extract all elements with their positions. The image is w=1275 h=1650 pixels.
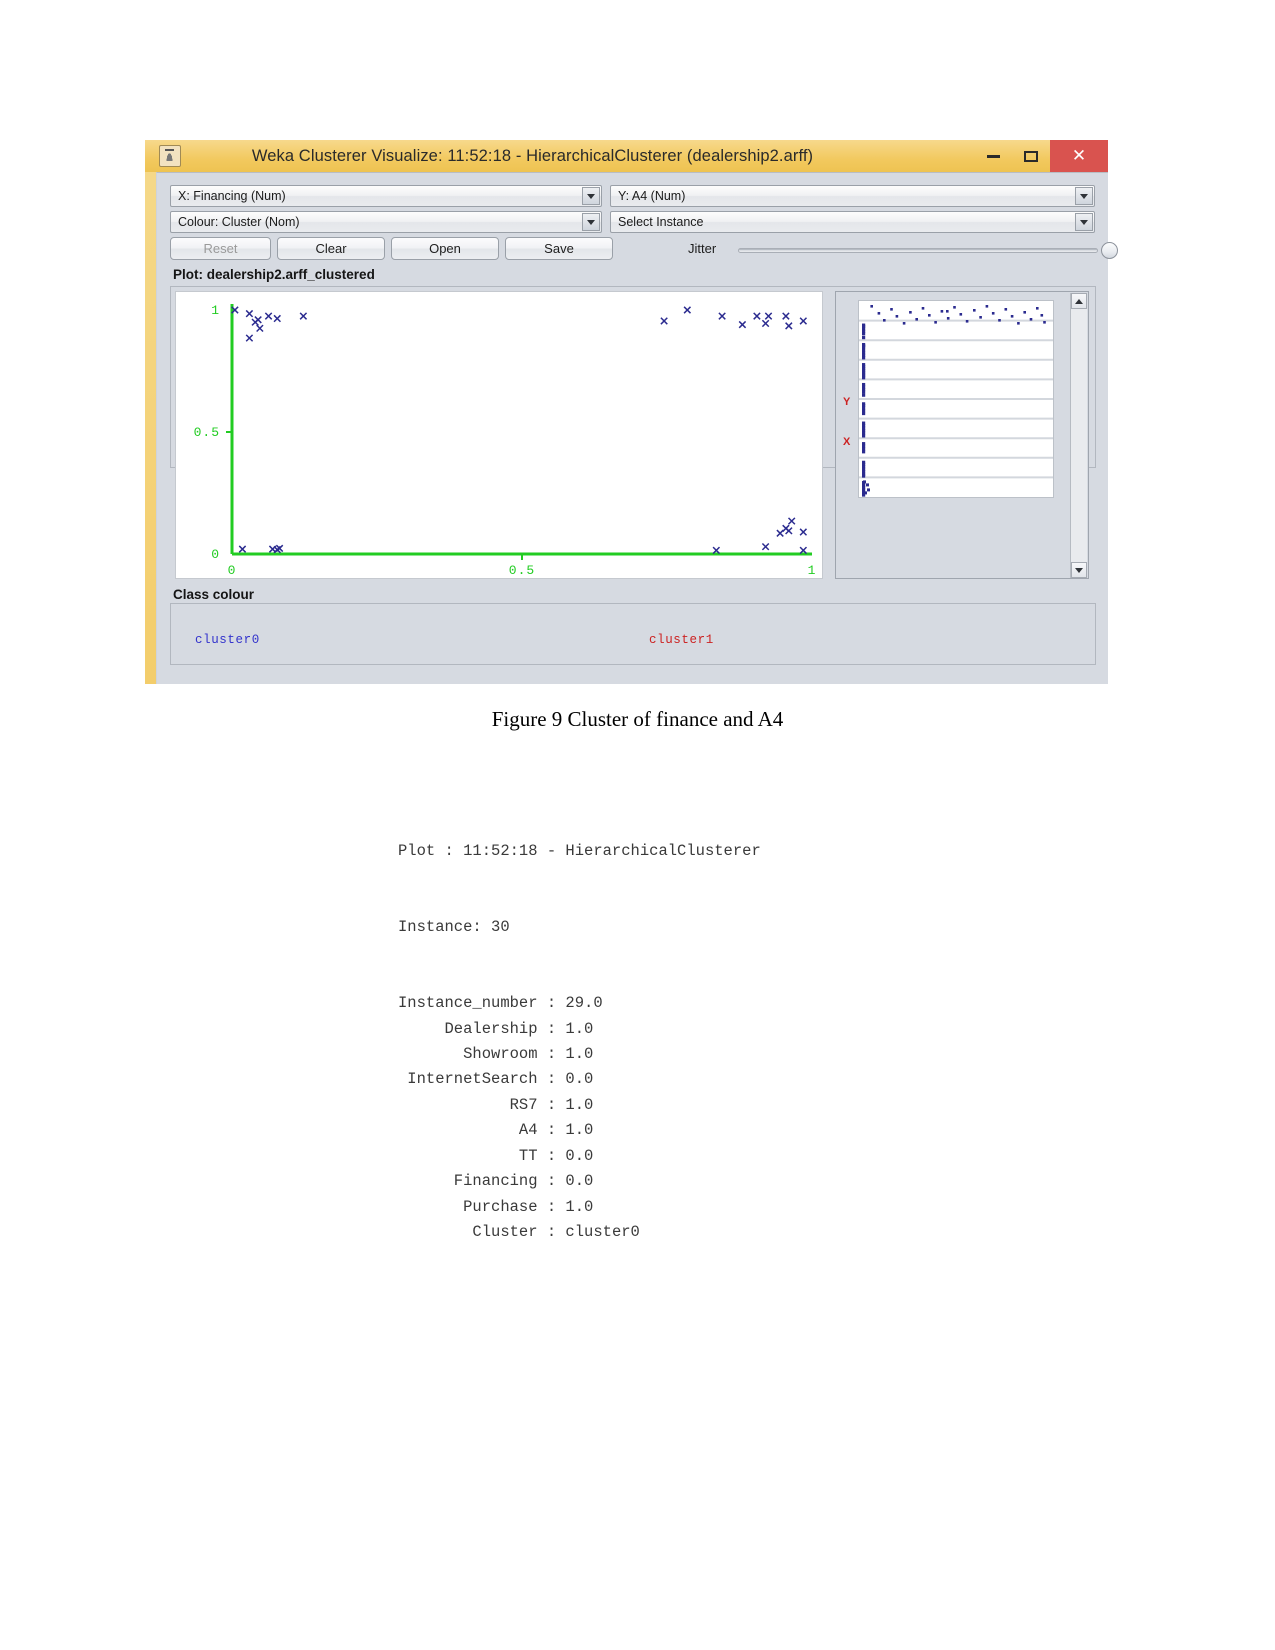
axis-selector-row: X: Financing (Num) Y: A4 (Num) [170,185,1095,207]
instance-info-row-value: : 0.0 [537,1172,594,1191]
action-button-row: Reset Clear Open Save Jitter [170,237,1118,261]
x-axis-combo[interactable]: X: Financing (Num) [170,185,602,207]
instance-info-row: A4 : 1.0 [398,1118,761,1143]
weka-coffee-icon [159,145,181,167]
plot-title: Plot: dealership2.arff_clustered [173,267,375,282]
select-instance-combo[interactable]: Select Instance [610,211,1095,233]
attribute-strips-svg [859,305,1053,497]
jitter-slider-track[interactable] [738,248,1098,253]
instance-info-row: RS7 : 1.0 [398,1093,761,1118]
instance-info-row-value: : 1.0 [537,1045,594,1064]
instance-info-row: Financing : 0.0 [398,1169,761,1194]
window-title: Weka Clusterer Visualize: 11:52:18 - Hie… [251,146,814,165]
clear-button[interactable]: Clear [277,237,385,260]
legend-item-cluster1[interactable]: cluster1 [649,633,714,647]
open-button[interactable]: Open [391,237,499,260]
strip-scrollbar[interactable] [1070,293,1087,578]
legend-item-cluster0[interactable]: cluster0 [195,633,260,647]
attribute-strips[interactable] [858,300,1054,498]
instance-info-row-label: Showroom [398,1045,538,1064]
scatter-plot-canvas[interactable]: 1 0.5 0 0 0.5 1 [175,291,823,579]
chevron-down-icon[interactable] [1075,187,1093,205]
instance-info-row-label: RS7 [398,1095,538,1114]
colour-combo-label: Colour: Cluster (Nom) [178,215,300,229]
minimize-button[interactable] [974,140,1012,172]
instance-strip-panel: Y X [835,291,1089,579]
svg-text:0.5: 0.5 [194,425,220,440]
instance-info-row-label: Purchase [398,1197,538,1216]
weka-visualize-window: Weka Clusterer Visualize: 11:52:18 - Hie… [145,140,1118,684]
reset-button[interactable]: Reset [170,237,271,260]
class-colour-panel: cluster0 cluster1 [170,603,1096,665]
svg-text:0: 0 [211,547,220,562]
plot-container: 1 0.5 0 0 0.5 1 Y X [170,286,1096,579]
close-button[interactable]: ✕ [1050,140,1108,172]
instance-info-row-value: : 1.0 [537,1121,594,1140]
y-axis-combo-label: Y: A4 (Num) [618,189,686,203]
save-button[interactable]: Save [505,237,613,260]
scatter-plot-svg: 1 0.5 00 0.5 1 [194,303,817,578]
instance-info-row-label: A4 [398,1121,538,1140]
instance-info-instance-line: Instance: 30 [398,918,510,937]
instance-info-row: Dealership : 1.0 [398,1017,761,1042]
y-axis-combo[interactable]: Y: A4 (Num) [610,185,1095,207]
chevron-down-icon [1075,567,1083,573]
chevron-down-icon[interactable] [582,187,600,205]
instance-info-row: Instance_number : 29.0 [398,991,761,1016]
chevron-down-icon[interactable] [1075,213,1093,231]
instance-info-row-value: : 29.0 [537,994,603,1013]
maximize-icon [1024,150,1038,162]
window-title-bar[interactable]: Weka Clusterer Visualize: 11:52:18 - Hie… [145,140,1108,172]
svg-text:0: 0 [228,563,237,578]
instance-info-row-label: Financing [398,1172,538,1191]
instance-info-row-label: TT [398,1146,538,1165]
class-colour-heading: Class colour [173,587,255,602]
colour-combo[interactable]: Colour: Cluster (Nom) [170,211,602,233]
strip-y-label[interactable]: Y [843,396,850,408]
instance-info-row: TT : 0.0 [398,1144,761,1169]
instance-info-row-value: : 0.0 [537,1070,594,1089]
figure-caption: Figure 9 Cluster of finance and A4 [491,707,784,731]
instance-info-row: Cluster : cluster0 [398,1220,761,1245]
instance-info-row: Purchase : 1.0 [398,1195,761,1220]
select-instance-combo-label: Select Instance [618,215,704,229]
x-axis-combo-label: X: Financing (Num) [178,189,286,203]
instance-info-row-value: : cluster0 [537,1222,640,1241]
jitter-slider-thumb[interactable] [1101,242,1118,259]
minimize-icon [986,154,1000,158]
maximize-button[interactable] [1012,140,1050,172]
strip-x-label[interactable]: X [843,436,850,448]
instance-info-row-value: : 1.0 [537,1019,594,1038]
instance-info-row: Showroom : 1.0 [398,1042,761,1067]
instance-info-row-label: Instance_number [398,994,538,1013]
instance-info-row-label: Dealership [398,1019,538,1038]
instance-info-row-value: : 1.0 [537,1197,594,1216]
instance-info-row-value: : 0.0 [537,1146,594,1165]
instance-info-row-label: Cluster [398,1222,538,1241]
chevron-up-icon [1075,298,1083,304]
svg-text:0.5: 0.5 [509,563,535,578]
chevron-down-icon[interactable] [582,213,600,231]
svg-text:1: 1 [211,303,220,318]
instance-info-row: InternetSearch : 0.0 [398,1067,761,1092]
colour-selector-row: Colour: Cluster (Nom) Select Instance [170,211,1095,233]
instance-info-row-value: : 1.0 [537,1095,594,1114]
scroll-down-button[interactable] [1071,562,1087,578]
instance-info-row-label: InternetSearch [398,1070,538,1089]
instance-info-plot-line: Plot : 11:52:18 - HierarchicalClusterer [398,841,761,860]
jitter-label: Jitter [688,241,717,256]
visualize-panel: X: Financing (Num) Y: A4 (Num) Colour: C… [156,172,1118,684]
instance-info-rows: Instance_number : 29.0 Dealership : 1.0 … [398,991,761,1245]
svg-text:1: 1 [808,563,817,578]
scroll-up-button[interactable] [1071,293,1087,309]
instance-info-block: Plot : 11:52:18 - HierarchicalClusterer … [398,788,761,1271]
